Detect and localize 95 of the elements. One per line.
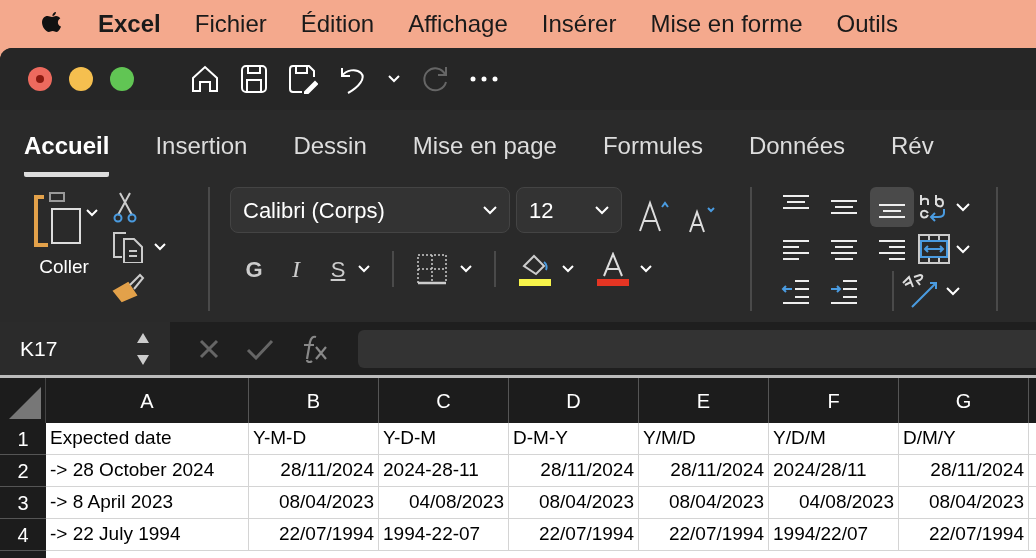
vertical-align-button[interactable] xyxy=(870,187,914,227)
table-cell: 22/07/1994 xyxy=(249,519,379,551)
column-header[interactable]: E xyxy=(639,378,769,423)
caret-icon[interactable] xyxy=(946,286,960,296)
table-cell: 2024-28-11 xyxy=(379,455,509,487)
menu-item[interactable]: Affichage xyxy=(408,6,508,42)
home-icon[interactable] xyxy=(190,64,220,94)
caret-icon[interactable] xyxy=(154,243,166,251)
menu-item[interactable]: Outils xyxy=(836,6,898,42)
table-cell: 28/11/2024 xyxy=(639,455,769,487)
table-cell: Y/M/D xyxy=(639,423,769,455)
row-header[interactable]: 4 xyxy=(0,519,46,551)
font-color-icon[interactable] xyxy=(596,252,630,286)
ribbon-tab[interactable]: Accueil xyxy=(24,128,110,177)
borders-icon[interactable] xyxy=(416,253,448,285)
redo-icon xyxy=(420,64,450,94)
text-orientation-icon[interactable] xyxy=(900,273,940,309)
increase-indent-icon[interactable] xyxy=(829,277,859,305)
merge-center-icon[interactable] xyxy=(918,234,950,264)
ribbon-tab[interactable]: Données xyxy=(748,128,845,177)
table-cell: 08/04/2023 xyxy=(899,487,1029,519)
caret-icon[interactable] xyxy=(956,244,970,254)
fill-color-icon[interactable] xyxy=(518,252,552,286)
caret-icon[interactable] xyxy=(483,205,497,215)
paste-label[interactable]: Coller xyxy=(39,253,89,282)
caret-icon[interactable] xyxy=(460,265,472,273)
row-header[interactable]: 2 xyxy=(0,455,46,487)
grow-font-icon[interactable] xyxy=(638,199,670,233)
ribbon-tab[interactable]: Formules xyxy=(602,128,703,177)
decrease-indent-icon[interactable] xyxy=(781,277,811,305)
table-cell: 08/04/2023 xyxy=(639,487,769,519)
table-cell: D-M-Y xyxy=(509,423,639,455)
underline-button[interactable]: S xyxy=(328,252,348,286)
copy-icon[interactable] xyxy=(112,231,146,263)
table-cell: 04/08/2023 xyxy=(379,487,509,519)
enter-icon xyxy=(246,337,274,360)
zoom-window-button[interactable] xyxy=(110,67,134,91)
table-cell: 2024/28/11 xyxy=(769,455,899,487)
italic-button[interactable]: I xyxy=(286,251,306,287)
menu-item[interactable]: Édition xyxy=(300,6,375,42)
save-icon[interactable] xyxy=(240,64,268,94)
name-box[interactable]: K17 xyxy=(0,322,170,375)
table-cell: 22/07/1994 xyxy=(509,519,639,551)
table-cell: Y/D/M xyxy=(769,423,899,455)
table-cell: 28/11/2024 xyxy=(509,455,639,487)
ribbon-tab[interactable]: Mise en page xyxy=(412,128,557,177)
column-header[interactable]: A xyxy=(46,378,249,423)
ribbon-tab[interactable]: Dessin xyxy=(293,128,367,177)
caret-icon[interactable] xyxy=(956,202,970,212)
column-header[interactable]: C xyxy=(379,378,509,423)
save-with-pen-icon[interactable] xyxy=(288,64,318,94)
ribbon-tab[interactable]: Rév xyxy=(891,128,934,177)
format-painter-icon[interactable] xyxy=(112,271,146,303)
table-cell: Y-D-M xyxy=(379,423,509,455)
caret-icon[interactable] xyxy=(388,75,400,83)
menu-item[interactable]: Mise en forme xyxy=(650,6,803,42)
column-header[interactable]: D xyxy=(509,378,639,423)
table-cell: Y-M-D xyxy=(249,423,379,455)
cancel-icon xyxy=(198,337,220,360)
app-menu[interactable]: Excel xyxy=(98,6,161,42)
minimize-window-button[interactable] xyxy=(69,67,93,91)
table-cell: 28/11/2024 xyxy=(249,455,379,487)
shrink-font-icon[interactable] xyxy=(688,205,716,233)
caret-icon[interactable] xyxy=(562,265,574,273)
caret-icon[interactable] xyxy=(358,265,370,273)
bold-button[interactable]: G xyxy=(244,252,264,286)
row-header[interactable]: 1 xyxy=(0,423,46,455)
close-window-button[interactable] xyxy=(28,67,52,91)
table-cell: 1994-22-07 xyxy=(379,519,509,551)
caret-icon[interactable] xyxy=(640,265,652,273)
font-size-dropdown[interactable]: 12 xyxy=(516,187,622,233)
font-dropdown[interactable]: Calibri (Corps) xyxy=(230,187,510,233)
table-cell: 28/11/2024 xyxy=(899,455,1029,487)
table-cell: -> 8 April 2023 xyxy=(46,487,249,519)
column-header[interactable]: F xyxy=(769,378,899,423)
menu-item[interactable]: Fichier xyxy=(194,6,267,42)
caret-icon[interactable] xyxy=(86,209,98,217)
table-cell: 22/07/1994 xyxy=(639,519,769,551)
table-cell: -> 28 October 2024 xyxy=(46,455,249,487)
table-cell: Expected date xyxy=(46,423,249,455)
table-cell: 08/04/2023 xyxy=(249,487,379,519)
table-cell: 22/07/1994 xyxy=(899,519,1029,551)
table-cell: 08/04/2023 xyxy=(509,487,639,519)
caret-icon[interactable] xyxy=(595,205,609,215)
ribbon-tab[interactable]: Insertion xyxy=(155,128,248,177)
row-header[interactable]: 3 xyxy=(0,487,46,519)
scissors-icon[interactable] xyxy=(112,191,138,223)
more-icon[interactable] xyxy=(470,76,498,82)
table-cell: 04/08/2023 xyxy=(769,487,899,519)
column-header[interactable]: G xyxy=(899,378,1029,423)
column-header[interactable]: B xyxy=(249,378,379,423)
table-cell: 1994/22/07 xyxy=(769,519,899,551)
table-cell: -> 22 July 1994 xyxy=(46,519,249,551)
menu-item[interactable]: Insérer xyxy=(541,6,617,42)
table-cell: D/M/Y xyxy=(899,423,1029,455)
